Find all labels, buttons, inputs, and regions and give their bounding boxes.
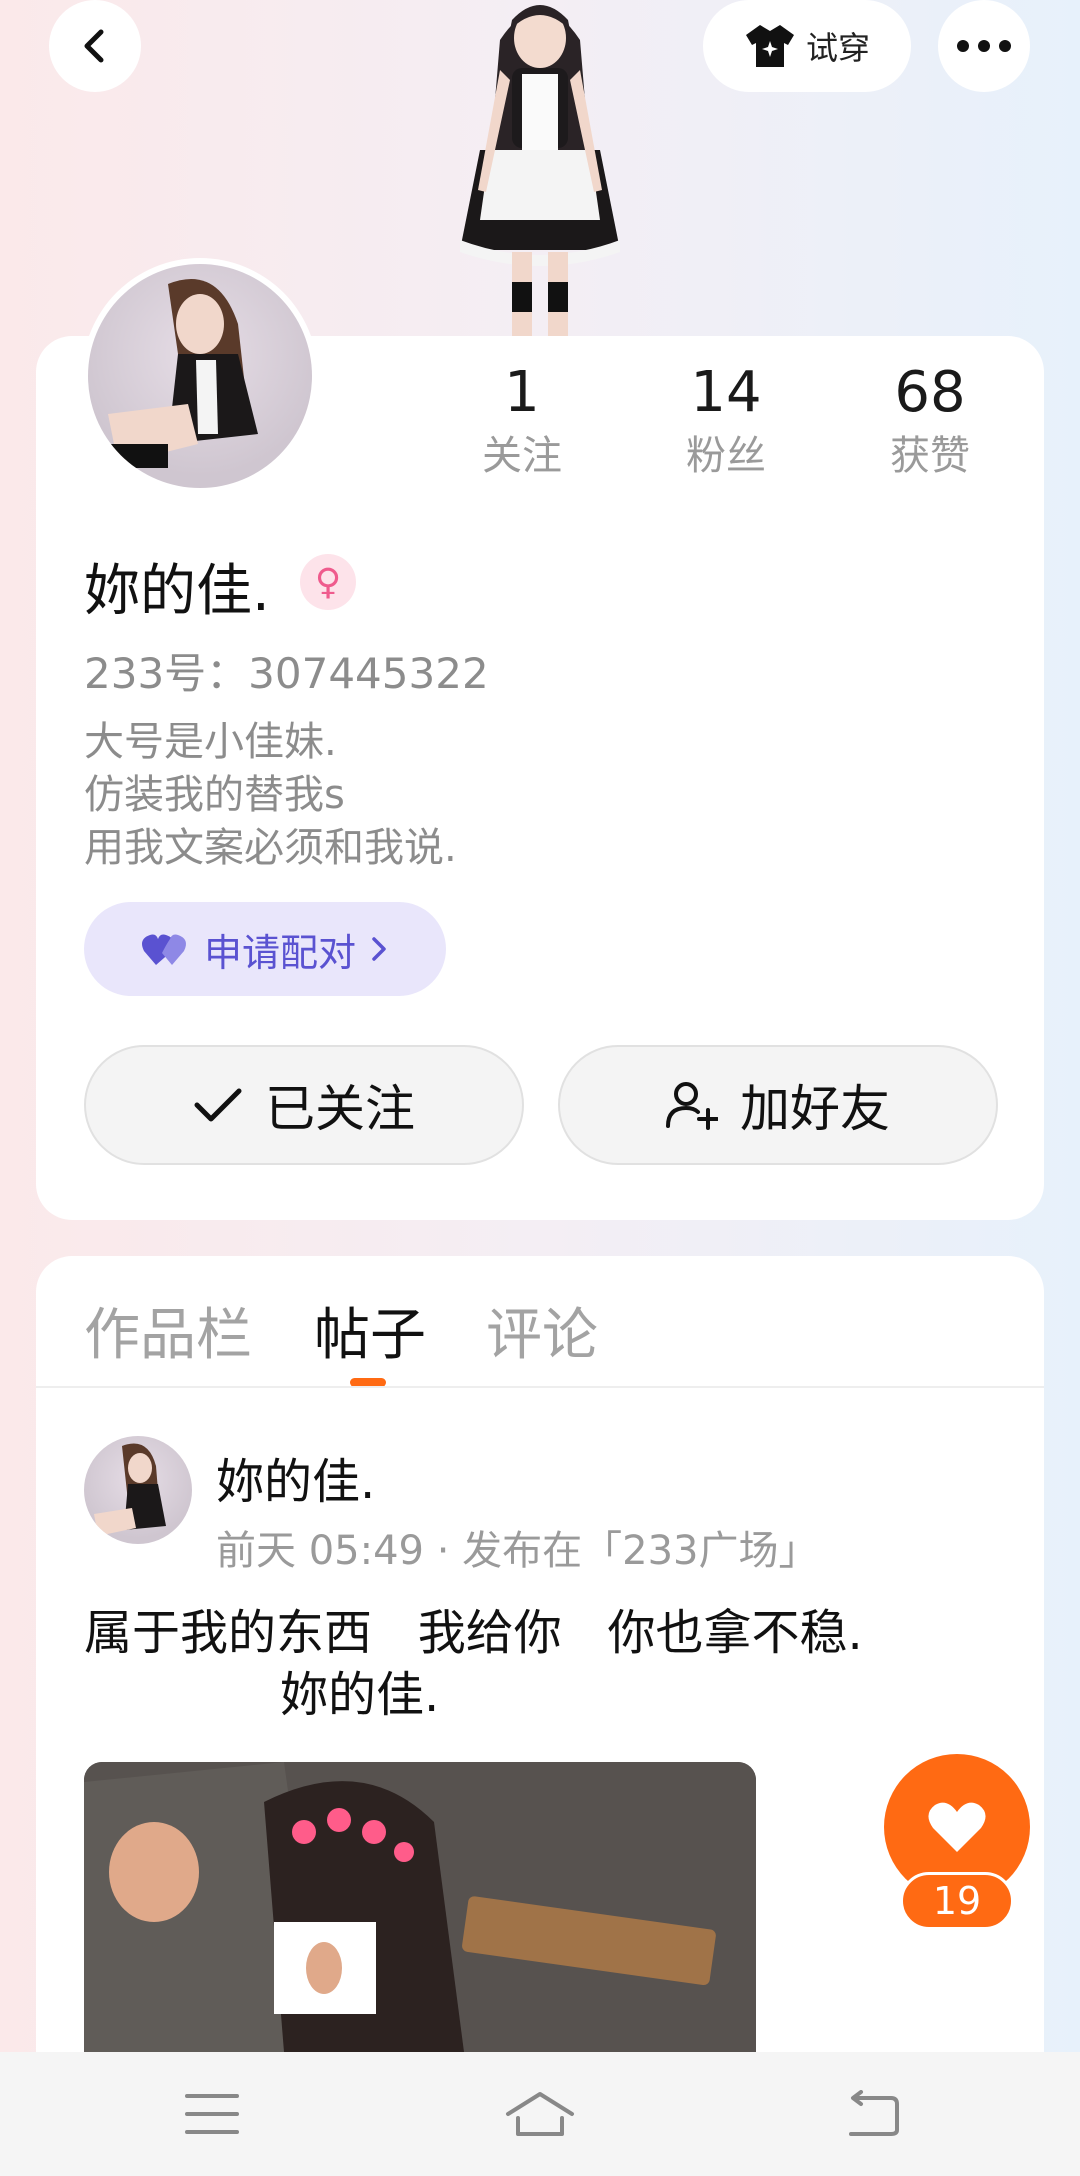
more-horizontal-icon [957, 40, 1011, 52]
profile-username: 妳的佳. [84, 559, 270, 624]
chevron-left-icon [84, 29, 104, 63]
menu-icon [185, 2094, 239, 2134]
tab-works[interactable]: 作品栏 [84, 1290, 252, 1371]
tab-comments[interactable]: 评论 [486, 1290, 598, 1371]
post-image[interactable] [84, 1762, 756, 2052]
apply-pair-button[interactable]: 申请配对 [84, 902, 446, 996]
tab-posts[interactable]: 帖子 [314, 1290, 426, 1371]
shirt-icon [745, 25, 794, 67]
post-text-line: 属于我的东西 我给你 你也拿不稳. [84, 1605, 863, 1661]
avatar-character-image [460, 5, 620, 336]
profile-bio: 大号是小佳妹. 仿装我的替我s 用我文案必须和我说. [84, 716, 457, 875]
try-on-label: 试穿 [805, 29, 870, 67]
back-nav-button[interactable] [840, 2082, 904, 2146]
uid-label: 233号： [84, 649, 249, 698]
uid-value: 307445322 [248, 649, 489, 698]
try-on-button[interactable]: 试穿 [703, 0, 911, 92]
followed-label: 已关注 [265, 1080, 415, 1138]
tab-divider [36, 1386, 1044, 1388]
bio-line: 大号是小佳妹. [84, 719, 337, 765]
add-friend-button[interactable]: 加好友 [558, 1045, 998, 1165]
add-user-icon [666, 1082, 718, 1130]
followed-button[interactable]: 已关注 [84, 1045, 524, 1165]
add-friend-label: 加好友 [740, 1080, 890, 1138]
stat-following-value: 1 [504, 360, 540, 425]
gender-female-icon: ♀ [300, 554, 356, 610]
bio-line: 仿装我的替我s [84, 772, 345, 818]
stat-following-label: 关注 [482, 433, 562, 479]
home-button[interactable] [504, 2082, 576, 2146]
back-button[interactable] [49, 0, 141, 92]
post-meta: 前天 05:49 · 发布在「233广场」 [216, 1528, 819, 1574]
avatar-image [108, 279, 258, 468]
back-icon [849, 2090, 899, 2136]
like-count: 19 [900, 1872, 1014, 1930]
stat-fans-value: 14 [690, 360, 762, 425]
apply-pair-label: 申请配对 [203, 930, 356, 975]
stat-likes-label: 获赞 [890, 433, 970, 479]
profile-uid: 233号：307445322 [84, 640, 489, 701]
check-icon [194, 1088, 242, 1122]
menu-button[interactable] [180, 2082, 244, 2146]
stat-likes[interactable]: 68 获赞 [850, 358, 1010, 484]
profile-avatar[interactable] [82, 258, 318, 494]
post-text-line: 妳的佳. [280, 1667, 440, 1723]
more-button[interactable] [938, 0, 1030, 92]
stat-fans[interactable]: 14 粉丝 [646, 358, 806, 484]
home-icon [506, 2092, 574, 2136]
stat-likes-value: 68 [894, 360, 966, 425]
post-author-name[interactable]: 妳的佳. [216, 1442, 375, 1512]
post-text: 属于我的东西 我给你 你也拿不稳. 妳的佳. [84, 1602, 863, 1726]
stat-following[interactable]: 1 关注 [442, 358, 602, 484]
bio-line: 用我文案必须和我说. [84, 825, 457, 871]
chevron-right-icon [372, 937, 386, 961]
post-photo [84, 1762, 756, 2052]
double-heart-icon [141, 934, 186, 965]
stat-fans-label: 粉丝 [686, 433, 766, 479]
system-nav-bar [0, 2052, 1080, 2176]
avatar-image [94, 1443, 166, 1536]
heart-icon [928, 1802, 986, 1852]
post-author-avatar[interactable] [84, 1436, 192, 1544]
